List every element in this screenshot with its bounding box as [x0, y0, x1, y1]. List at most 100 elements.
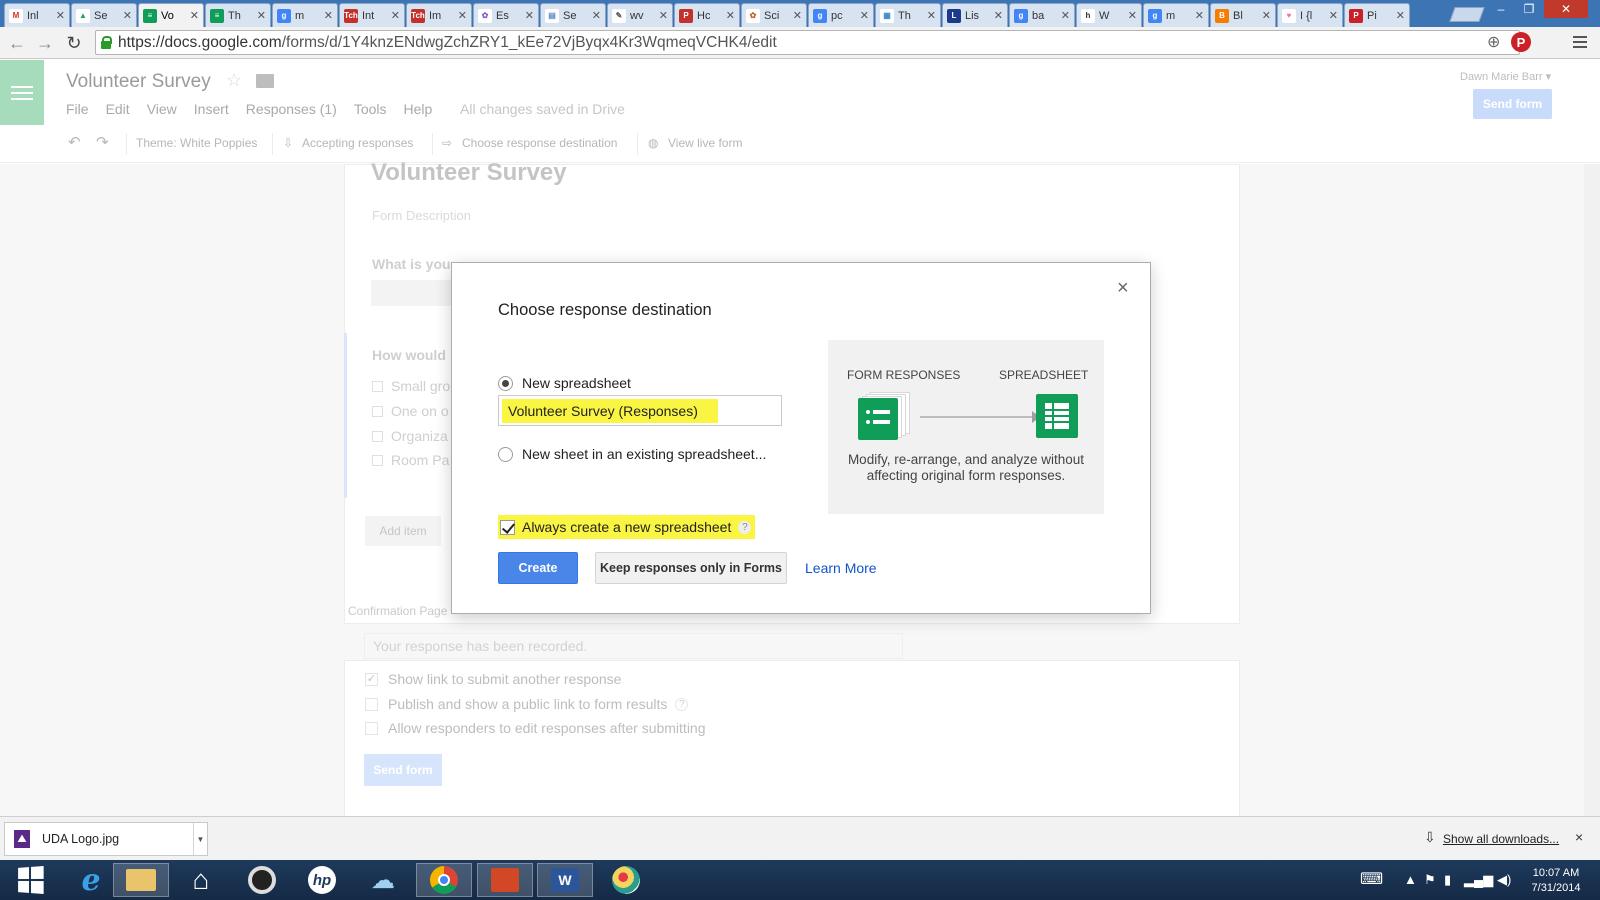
show-all-downloads-link[interactable]: Show all downloads...: [1443, 832, 1559, 846]
browser-tab[interactable]: g ba ✕: [1009, 3, 1075, 27]
checkbox-icon[interactable]: [365, 721, 378, 735]
tab-close-icon[interactable]: ✕: [123, 9, 132, 22]
menu-item[interactable]: File: [66, 101, 89, 117]
page-scrollbar[interactable]: [1584, 164, 1600, 821]
tab-close-icon[interactable]: ✕: [391, 9, 400, 22]
checkbox-icon[interactable]: [372, 405, 383, 417]
browser-tab[interactable]: M Inl ✕: [4, 3, 70, 27]
confirmation-option[interactable]: Publish and show a public link to form r…: [365, 696, 689, 712]
menu-item[interactable]: View: [147, 101, 177, 117]
network-icon[interactable]: ▂▄▆: [1464, 872, 1493, 888]
option-item[interactable]: Small gro: [372, 378, 450, 394]
checkbox-icon[interactable]: [372, 380, 383, 392]
webcam-app-icon[interactable]: [234, 863, 290, 897]
add-item-button[interactable]: Add item: [365, 516, 441, 546]
browser-tab[interactable]: h W ✕: [1076, 3, 1142, 27]
learn-more-link[interactable]: Learn More: [805, 560, 877, 576]
browser-tab[interactable]: ✎ wv ✕: [607, 3, 673, 27]
undo-icon[interactable]: ↶: [68, 133, 81, 151]
internet-explorer-icon[interactable]: e: [63, 863, 119, 898]
browser-tab[interactable]: ≡ Th ✕: [205, 3, 271, 27]
forward-button[interactable]: →: [33, 31, 57, 55]
tab-close-icon[interactable]: ✕: [56, 9, 65, 22]
menu-item[interactable]: Edit: [106, 101, 130, 117]
browser-tab[interactable]: g m ✕: [1143, 3, 1209, 27]
address-bar[interactable]: https://docs.google.com/forms/d/1Y4knzEN…: [95, 30, 1520, 55]
send-form-bottom-button[interactable]: Send form: [364, 754, 442, 786]
checkbox-icon[interactable]: [372, 430, 383, 442]
tab-close-icon[interactable]: ✕: [1195, 9, 1204, 22]
folder-icon[interactable]: [256, 74, 274, 88]
pinterest-icon[interactable]: P: [1511, 32, 1531, 52]
existing-spreadsheet-radio[interactable]: New sheet in an existing spreadsheet...: [498, 446, 766, 462]
radio-selected-icon[interactable]: [498, 375, 513, 391]
checkbox-checked-icon[interactable]: [500, 519, 515, 535]
browser-tab[interactable]: g pc ✕: [808, 3, 874, 27]
star-icon[interactable]: ☆: [226, 70, 242, 91]
question-2-title[interactable]: How would: [372, 347, 446, 363]
close-icon[interactable]: ×: [1575, 829, 1583, 845]
browser-tab[interactable]: ▦ Th ✕: [875, 3, 941, 27]
choose-destination-button[interactable]: Choose response destination: [462, 136, 617, 150]
option-item[interactable]: One on o: [372, 403, 449, 419]
close-icon[interactable]: ×: [1117, 277, 1129, 300]
tab-close-icon[interactable]: ✕: [525, 9, 534, 22]
confirmation-option[interactable]: Allow responders to edit responses after…: [365, 720, 706, 736]
radio-unselected-icon[interactable]: [498, 446, 513, 462]
browser-tab[interactable]: ▤ Se ✕: [540, 3, 606, 27]
keep-in-forms-button[interactable]: Keep responses only in Forms: [595, 552, 787, 584]
keyboard-icon[interactable]: ⌨: [1360, 869, 1383, 889]
browser-tab[interactable]: ▲ Se ✕: [71, 3, 137, 27]
tab-close-icon[interactable]: ✕: [190, 9, 199, 22]
new-spreadsheet-radio[interactable]: New spreadsheet: [498, 375, 631, 391]
confirmation-option[interactable]: ✓ Show link to submit another response: [365, 671, 621, 687]
chrome-menu-icon[interactable]: [1573, 36, 1587, 51]
browser-tab[interactable]: Tch Int ✕: [339, 3, 405, 27]
question-1-title[interactable]: What is you: [372, 256, 451, 272]
zoom-icon[interactable]: ⊕: [1487, 32, 1500, 52]
tab-close-icon[interactable]: ✕: [927, 9, 936, 22]
form-description[interactable]: Form Description: [372, 208, 471, 223]
browser-tab[interactable]: L Lis ✕: [942, 3, 1008, 27]
tab-close-icon[interactable]: ✕: [1128, 9, 1137, 22]
restore-window-button[interactable]: ❐: [1516, 0, 1542, 18]
always-create-checkbox[interactable]: Always create a new spreadsheet ?: [498, 515, 756, 539]
form-title[interactable]: Volunteer Survey: [371, 159, 567, 187]
browser-tab[interactable]: ✿ Es ✕: [473, 3, 539, 27]
battery-icon[interactable]: ▮: [1444, 872, 1451, 888]
tab-close-icon[interactable]: ✕: [458, 9, 467, 22]
document-title[interactable]: Volunteer Survey: [66, 71, 211, 93]
create-button[interactable]: Create: [498, 552, 578, 584]
checkbox-checked-icon[interactable]: ✓: [365, 672, 378, 686]
download-item[interactable]: ⛰ UDA Logo.jpg ▼: [4, 822, 208, 856]
chevron-down-icon[interactable]: ▼: [193, 823, 207, 855]
hp-icon[interactable]: hp: [294, 863, 350, 897]
tab-close-icon[interactable]: ✕: [994, 9, 1003, 22]
tab-close-icon[interactable]: ✕: [793, 9, 802, 22]
tab-close-icon[interactable]: ✕: [257, 9, 266, 22]
browser-tab[interactable]: ≡ Vo ✕: [138, 3, 204, 27]
browser-tab[interactable]: Tch Im ✕: [406, 3, 472, 27]
option-item[interactable]: Organiza: [372, 428, 448, 444]
help-icon[interactable]: ?: [738, 520, 752, 534]
word-icon[interactable]: W: [537, 863, 593, 897]
close-window-button[interactable]: ✕: [1544, 0, 1588, 18]
reload-button[interactable]: ↻: [62, 31, 86, 55]
tab-close-icon[interactable]: ✕: [1396, 9, 1405, 22]
menu-item[interactable]: Insert: [194, 101, 229, 117]
confirmation-message-input[interactable]: Your response has been recorded.: [364, 633, 903, 659]
tab-close-icon[interactable]: ✕: [1329, 9, 1338, 22]
browser-tab[interactable]: ♥ I {l ✕: [1277, 3, 1343, 27]
redo-icon[interactable]: ↷: [96, 133, 109, 151]
browser-tab[interactable]: ✿ Sci ✕: [741, 3, 807, 27]
browser-tab[interactable]: P Hc ✕: [674, 3, 740, 27]
volume-icon[interactable]: ◀): [1497, 872, 1511, 888]
browser-tab[interactable]: P Pi ✕: [1344, 3, 1410, 27]
help-icon[interactable]: ?: [675, 697, 689, 711]
paint-icon[interactable]: [598, 863, 654, 897]
home-icon[interactable]: ⌂: [173, 863, 229, 897]
new-tab-button[interactable]: [1449, 7, 1485, 22]
tab-close-icon[interactable]: ✕: [659, 9, 668, 22]
start-button[interactable]: [2, 863, 58, 897]
menu-item[interactable]: Tools: [354, 101, 387, 117]
